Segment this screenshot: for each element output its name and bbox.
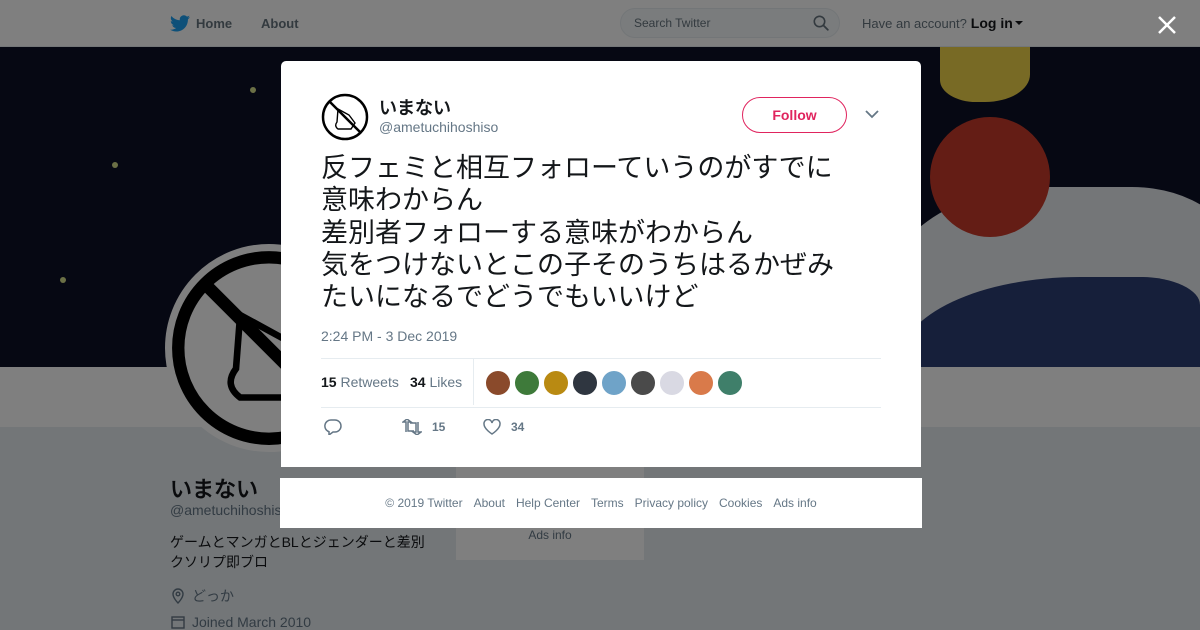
- tweet-author-avatar[interactable]: [321, 93, 369, 141]
- liker-avatar-3[interactable]: [543, 370, 569, 396]
- likes-count: 34: [410, 374, 426, 390]
- liker-avatars: [485, 370, 743, 396]
- like-button[interactable]: 34: [483, 413, 524, 441]
- likes-stat[interactable]: 34 Likes: [410, 359, 462, 405]
- like-action-count: 34: [511, 420, 525, 434]
- reply-button[interactable]: [324, 413, 342, 441]
- liker-avatar-5[interactable]: [601, 370, 627, 396]
- footer-link[interactable]: Ads info: [773, 496, 816, 510]
- follow-button[interactable]: Follow: [742, 97, 847, 133]
- footer-link[interactable]: Cookies: [719, 496, 762, 510]
- likes-label: Likes: [429, 374, 463, 390]
- retweet-button[interactable]: 15: [402, 413, 445, 441]
- retweet-action-count: 15: [432, 420, 446, 434]
- chevron-down-icon[interactable]: [865, 109, 879, 119]
- retweet-icon: [402, 419, 422, 435]
- stats-divider: [473, 359, 474, 405]
- retweets-stat[interactable]: 15 Retweets: [321, 359, 399, 405]
- tweet-author-name[interactable]: いまない: [379, 94, 451, 120]
- liker-avatar-9[interactable]: [717, 370, 743, 396]
- tweet-text: 反フェミと相互フォローていうのがすでに 意味わからん 差別者フォローする意味がわ…: [321, 153, 834, 314]
- modal-footer: © 2019 Twitter About Help Center Terms Priva…: [280, 478, 922, 528]
- footer-link[interactable]: Terms: [591, 496, 624, 510]
- footer-link[interactable]: © 2019 Twitter: [385, 496, 462, 510]
- tweet-stats-row: 15 Retweets 34 Likes: [321, 358, 881, 408]
- retweets-label: Retweets: [340, 374, 399, 390]
- tweet-timestamp[interactable]: 2:24 PM - 3 Dec 2019: [321, 328, 457, 344]
- footer-link[interactable]: Help Center: [516, 496, 580, 510]
- tweet-permalink-modal: いまない @ametuchihoshiso Follow 反フェミと相互フォロー…: [281, 61, 921, 467]
- liker-avatar-6[interactable]: [630, 370, 656, 396]
- footer-link[interactable]: Privacy policy: [635, 496, 708, 510]
- author-avatar-drawing: [321, 93, 369, 141]
- liker-avatar-2[interactable]: [514, 370, 540, 396]
- liker-avatar-4[interactable]: [572, 370, 598, 396]
- close-icon[interactable]: [1156, 14, 1178, 36]
- tweet-actions: 15 34: [321, 413, 881, 441]
- heart-icon: [483, 419, 501, 435]
- tweet-author-handle[interactable]: @ametuchihoshiso: [379, 119, 498, 135]
- footer-link[interactable]: About: [474, 496, 505, 510]
- liker-avatar-7[interactable]: [659, 370, 685, 396]
- reply-icon: [324, 419, 342, 435]
- retweets-count: 15: [321, 374, 337, 390]
- liker-avatar-8[interactable]: [688, 370, 714, 396]
- liker-avatar-1[interactable]: [485, 370, 511, 396]
